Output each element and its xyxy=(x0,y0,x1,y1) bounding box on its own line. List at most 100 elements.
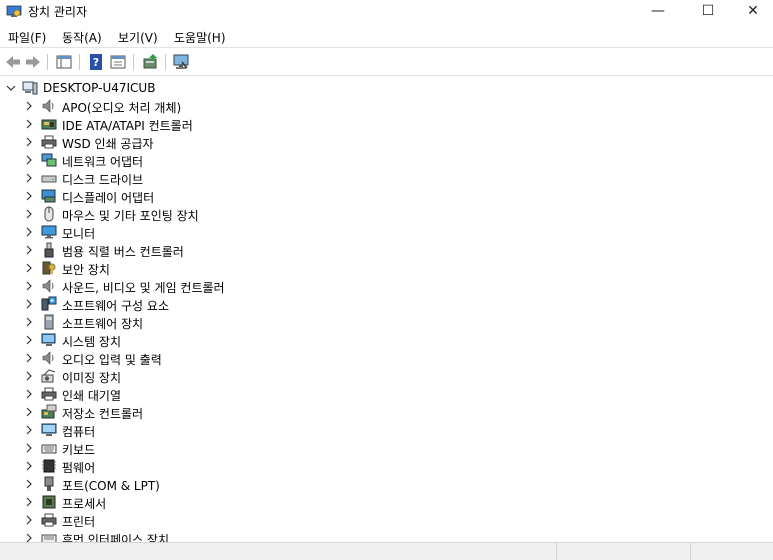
tree-item-label: 범용 직렬 버스 컨트롤러 xyxy=(62,245,184,259)
tree-item-label: 디스크 드라이브 xyxy=(62,173,144,187)
menu-view[interactable]: 보기(V) xyxy=(118,29,158,46)
menu-bar: 파일(F) 동작(A) 보기(V) 도움말(H) xyxy=(0,26,773,46)
chevron-right-icon[interactable] xyxy=(24,371,34,381)
close-button[interactable]: ✕ xyxy=(730,0,773,22)
tree-item[interactable]: 저장소 컨트롤러 xyxy=(0,403,773,421)
tree-item[interactable]: APO(오디오 처리 개체) xyxy=(0,97,773,115)
chevron-right-icon[interactable] xyxy=(24,155,34,165)
security-key-icon xyxy=(42,261,56,275)
tree-item-label: 시스템 장치 xyxy=(62,335,122,349)
computer-icon xyxy=(22,81,38,95)
menu-action[interactable]: 동작(A) xyxy=(62,29,102,46)
tree-item[interactable]: 보안 장치 xyxy=(0,259,773,277)
tree-item[interactable]: 프로세서 xyxy=(0,493,773,511)
monitor-icon xyxy=(41,225,57,239)
tree-item-label: 이미징 장치 xyxy=(62,371,122,385)
chevron-right-icon[interactable] xyxy=(24,299,34,309)
tree-item-label: 보안 장치 xyxy=(62,263,110,277)
tree-root[interactable]: DESKTOP-U47ICUB xyxy=(0,79,773,97)
tree-item[interactable]: 사운드, 비디오 및 게임 컨트롤러 xyxy=(0,277,773,295)
tree-item[interactable]: 휴먼 인터페이스 장치 xyxy=(0,529,773,542)
tree-item[interactable]: 시스템 장치 xyxy=(0,331,773,349)
hid-icon xyxy=(41,534,57,542)
tree-item-label: 컴퓨터 xyxy=(62,425,96,439)
chevron-right-icon[interactable] xyxy=(24,407,34,417)
chevron-right-icon[interactable] xyxy=(24,425,34,435)
tree-item-label: 펌웨어 xyxy=(62,461,96,475)
chevron-right-icon[interactable] xyxy=(24,119,34,129)
tree-item-label: 휴먼 인터페이스 장치 xyxy=(62,533,169,542)
tree-item[interactable]: 포트(COM & LPT) xyxy=(0,475,773,493)
port-icon xyxy=(44,476,54,491)
chevron-down-icon[interactable] xyxy=(6,83,16,93)
tree-item[interactable]: 이미징 장치 xyxy=(0,367,773,385)
properties-icon[interactable] xyxy=(109,53,127,71)
chevron-right-icon[interactable] xyxy=(24,209,34,219)
tree-item-label: 소프트웨어 구성 요소 xyxy=(62,299,169,313)
svg-text:?: ? xyxy=(93,56,99,69)
tree-item[interactable]: 소프트웨어 구성 요소 xyxy=(0,295,773,313)
chevron-right-icon[interactable] xyxy=(24,389,34,399)
tree-item-label: 소프트웨어 장치 xyxy=(62,317,144,331)
tree-item[interactable]: IDE ATA/ATAPI 컨트롤러 xyxy=(0,115,773,133)
status-divider xyxy=(556,543,557,560)
help-icon[interactable]: ? xyxy=(87,53,105,71)
tree-item[interactable]: 모니터 xyxy=(0,223,773,241)
chevron-right-icon[interactable] xyxy=(24,479,34,489)
chevron-right-icon[interactable] xyxy=(24,515,34,525)
tree-item[interactable]: 범용 직렬 버스 컨트롤러 xyxy=(0,241,773,259)
network-adapter-icon xyxy=(41,153,57,167)
chevron-right-icon[interactable] xyxy=(24,335,34,345)
chevron-right-icon[interactable] xyxy=(24,461,34,471)
chevron-right-icon[interactable] xyxy=(24,173,34,183)
computer-icon xyxy=(41,423,57,436)
tree-item[interactable]: 오디오 입력 및 출력 xyxy=(0,349,773,367)
tree-item-label: 사운드, 비디오 및 게임 컨트롤러 xyxy=(62,281,225,295)
tree-item-label: 디스플레이 어댑터 xyxy=(62,191,155,205)
tree-item-label: 마우스 및 기타 포인팅 장치 xyxy=(62,209,199,223)
tree-item-label: APO(오디오 처리 개체) xyxy=(62,101,182,115)
show-hide-console-tree-icon[interactable] xyxy=(55,53,73,71)
menu-separator xyxy=(0,47,773,48)
chevron-right-icon[interactable] xyxy=(24,317,34,327)
menu-help[interactable]: 도움말(H) xyxy=(174,29,226,46)
tree-item[interactable]: WSD 인쇄 공급자 xyxy=(0,133,773,151)
update-driver-icon[interactable] xyxy=(141,53,159,71)
minimize-button[interactable]: — xyxy=(635,0,681,22)
forward-arrow-icon[interactable] xyxy=(24,53,42,71)
chevron-right-icon[interactable] xyxy=(24,245,34,255)
tree-item-label: 저장소 컨트롤러 xyxy=(62,407,144,421)
tree-item[interactable]: 마우스 및 기타 포인팅 장치 xyxy=(0,205,773,223)
tree-item-label: 프린터 xyxy=(62,515,96,529)
tree-item[interactable]: 펌웨어 xyxy=(0,457,773,475)
chevron-right-icon[interactable] xyxy=(24,137,34,147)
window-title: 장치 관리자 xyxy=(28,5,88,19)
back-arrow-icon[interactable] xyxy=(4,53,22,71)
menu-file[interactable]: 파일(F) xyxy=(8,29,46,46)
chevron-right-icon[interactable] xyxy=(24,443,34,453)
display-adapter-icon xyxy=(41,189,56,203)
tree-item[interactable]: 컴퓨터 xyxy=(0,421,773,439)
scan-hardware-changes-icon[interactable] xyxy=(172,53,190,71)
tree-item[interactable]: 프린터 xyxy=(0,511,773,529)
tree-item[interactable]: 키보드 xyxy=(0,439,773,457)
tree-item[interactable]: 네트워크 어댑터 xyxy=(0,151,773,169)
chevron-right-icon[interactable] xyxy=(24,227,34,237)
toolbar-divider xyxy=(79,54,80,70)
chevron-right-icon[interactable] xyxy=(24,497,34,507)
tree-item[interactable]: 인쇄 대기열 xyxy=(0,385,773,403)
tree-item[interactable]: 디스크 드라이브 xyxy=(0,169,773,187)
chevron-right-icon[interactable] xyxy=(24,533,34,542)
tree-item[interactable]: 소프트웨어 장치 xyxy=(0,313,773,331)
chevron-right-icon[interactable] xyxy=(24,353,34,363)
printer-icon xyxy=(41,135,57,149)
chevron-right-icon[interactable] xyxy=(24,263,34,273)
chevron-right-icon[interactable] xyxy=(24,101,34,111)
device-manager-app-icon xyxy=(6,5,22,17)
maximize-button[interactable]: ☐ xyxy=(685,0,731,22)
keyboard-icon xyxy=(41,444,57,454)
chevron-right-icon[interactable] xyxy=(24,281,34,291)
tree-item[interactable]: 디스플레이 어댑터 xyxy=(0,187,773,205)
chevron-right-icon[interactable] xyxy=(24,191,34,201)
tree-item-label: IDE ATA/ATAPI 컨트롤러 xyxy=(62,119,193,133)
